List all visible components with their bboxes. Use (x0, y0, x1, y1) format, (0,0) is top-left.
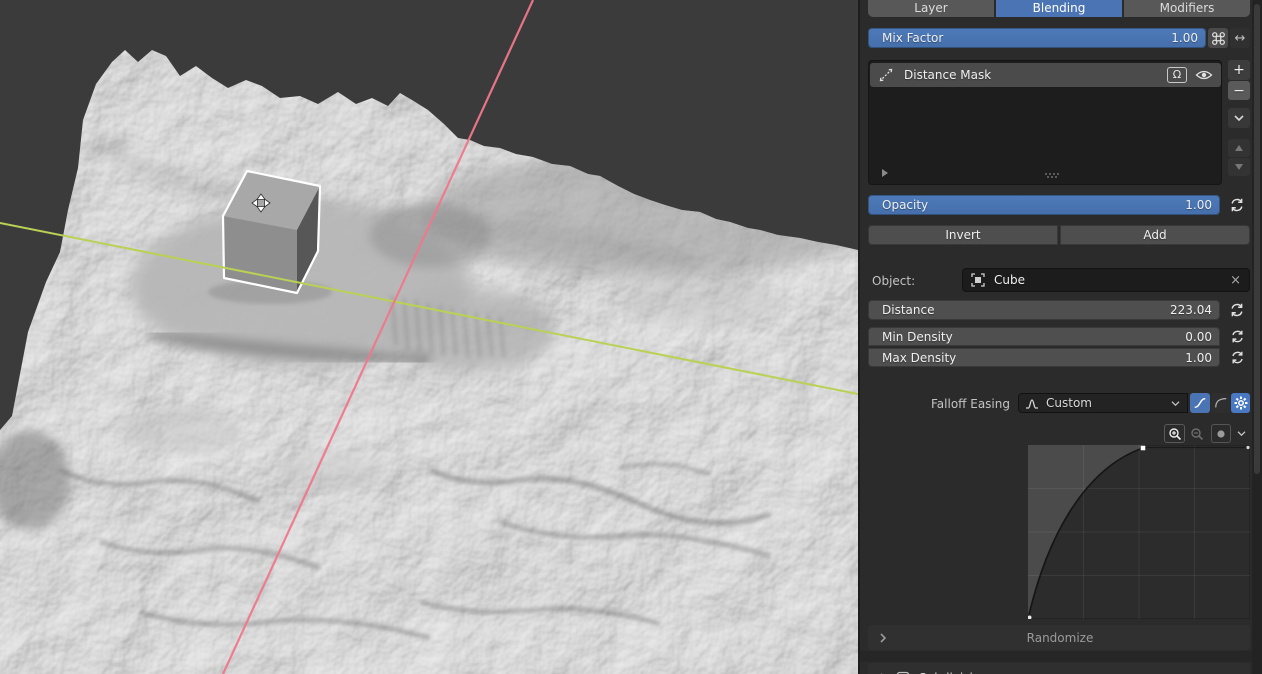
distance-label: Distance (882, 303, 934, 317)
panel-scrollbar[interactable] (1252, 0, 1262, 674)
curve-tools-menu-button[interactable] (1233, 424, 1250, 443)
distance-value: 223.04 (1170, 303, 1212, 317)
viewport-canvas (0, 0, 858, 674)
layer-list[interactable]: Distance Mask Ω (868, 60, 1222, 185)
max-density-refresh-button[interactable] (1226, 349, 1248, 366)
tab-modifiers[interactable]: Modifiers (1124, 0, 1250, 17)
ease-curve-icon (1214, 396, 1228, 410)
min-density-refresh-button[interactable] (1226, 328, 1248, 345)
max-density-label: Max Density (882, 351, 956, 365)
curve-zoom-in-button[interactable] (1164, 424, 1185, 443)
falloff-curve-widget[interactable] (1028, 445, 1250, 619)
cycle-refresh-icon (1229, 302, 1245, 318)
s-curve-icon (1193, 396, 1207, 410)
curve-point-style-button[interactable] (1211, 424, 1231, 443)
list-resize-grip[interactable] (1045, 173, 1058, 177)
add-button[interactable]: Add (1060, 225, 1250, 245)
chevron-down-icon (1170, 400, 1181, 407)
zoom-out-icon (1190, 427, 1204, 441)
ease-out-toggle[interactable] (1211, 393, 1230, 413)
tab-blending[interactable]: Blending (996, 0, 1122, 17)
gear-icon (1234, 396, 1248, 410)
falloff-easing-label: Falloff Easing (860, 397, 1010, 411)
object-name: Cube (994, 273, 1230, 287)
swap-button[interactable]: ↔ (1230, 28, 1250, 48)
opacity-label: Opacity (882, 198, 928, 212)
falloff-easing-value: Custom (1046, 396, 1170, 410)
layer-specials-menu-button[interactable] (1228, 108, 1250, 128)
decorator-button[interactable] (1208, 28, 1228, 48)
mix-factor-slider[interactable]: Mix Factor 1.00 (868, 28, 1206, 48)
falloff-settings-button[interactable] (1231, 393, 1250, 413)
chevron-down-icon (1236, 430, 1247, 437)
mask-icon[interactable]: Ω (1167, 67, 1187, 83)
zoom-in-icon (1168, 427, 1182, 441)
min-density-label: Min Density (882, 330, 953, 344)
layer-item-label: Distance Mask (904, 68, 1167, 82)
distance-refresh-button[interactable] (1226, 301, 1248, 319)
point-circle-icon (1216, 429, 1226, 439)
opacity-refresh-button[interactable] (1226, 196, 1248, 214)
move-layer-up-button[interactable] (1228, 139, 1250, 157)
min-density-value: 0.00 (1185, 330, 1212, 344)
list-expand-arrow[interactable] (882, 169, 888, 177)
panel-gap (860, 651, 1252, 662)
curve-point-end[interactable] (1246, 446, 1249, 449)
curve-zoom-out-button[interactable] (1187, 424, 1207, 443)
tab-bar: Layer Blending Modifiers (868, 0, 1250, 17)
mix-factor-value: 1.00 (1171, 31, 1198, 45)
randomize-button[interactable]: Randomize (888, 631, 1232, 645)
distance-slider[interactable]: Distance 223.04 (868, 300, 1220, 320)
chevron-right-icon (878, 631, 888, 645)
ease-in-out-toggle[interactable] (1190, 393, 1210, 413)
cycle-refresh-icon (1230, 350, 1245, 365)
viewport-3d[interactable] (0, 0, 858, 674)
mix-factor-label: Mix Factor (882, 31, 943, 45)
object-field[interactable]: Cube × (962, 268, 1250, 292)
triangle-up-icon (1235, 145, 1243, 151)
distance-icon (878, 67, 894, 83)
add-layer-button[interactable]: + (1228, 60, 1250, 80)
scrollbar-thumb[interactable] (1254, 4, 1260, 474)
arrows-lr-icon: ↔ (1235, 31, 1246, 46)
randomize-panel-header[interactable]: Randomize (868, 625, 1250, 650)
opacity-slider[interactable]: Opacity 1.00 (868, 195, 1220, 215)
layer-list-item-distance-mask[interactable]: Distance Mask Ω (870, 63, 1221, 87)
command-loops-icon (1211, 31, 1226, 46)
eye-visibility-icon[interactable] (1195, 69, 1213, 81)
max-density-slider[interactable]: Max Density 1.00 (868, 348, 1220, 367)
random-curve-icon (1025, 397, 1039, 410)
cycle-refresh-icon (1230, 329, 1245, 344)
invert-button[interactable]: Invert (868, 225, 1058, 245)
cube-object[interactable] (223, 171, 320, 293)
max-density-value: 1.00 (1185, 351, 1212, 365)
curve-point-selected[interactable] (1141, 446, 1146, 451)
triangle-down-icon (1235, 164, 1243, 170)
object-label: Object: (872, 274, 915, 288)
object-data-icon (970, 272, 986, 288)
tab-layer[interactable]: Layer (868, 0, 994, 17)
falloff-easing-dropdown[interactable]: Custom (1018, 393, 1188, 413)
chevron-down-icon (1233, 114, 1245, 122)
move-layer-down-button[interactable] (1228, 158, 1250, 176)
properties-panel: Layer Blending Modifiers Mix Factor 1.00… (860, 0, 1262, 674)
clear-object-icon[interactable]: × (1230, 273, 1241, 288)
min-density-slider[interactable]: Min Density 0.00 (868, 327, 1220, 346)
opacity-value: 1.00 (1185, 198, 1212, 212)
cycle-refresh-icon (1229, 197, 1245, 213)
remove-layer-button[interactable]: − (1228, 81, 1250, 100)
subdivision-panel-header[interactable]: Subdivision (868, 663, 1250, 674)
